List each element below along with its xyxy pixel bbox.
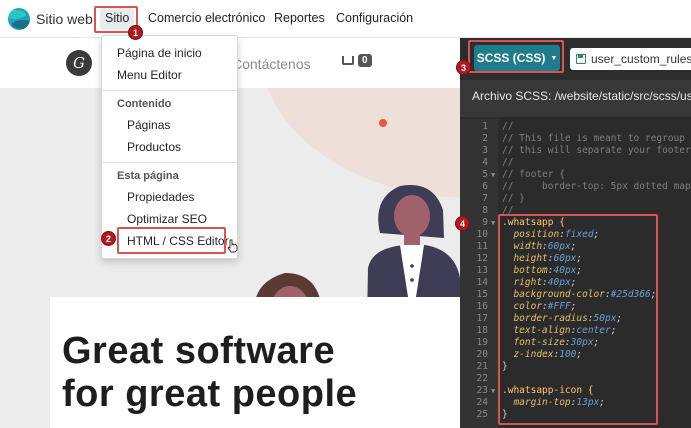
file-path: Archivo SCSS: /website/static/src/scss/u… [460,80,691,117]
menu-section-contenido: Contenido [117,98,172,110]
line-number: 20 [476,349,488,360]
hero-title: Great software for great people [62,330,357,416]
code-text: // this will separate your footer w [502,145,691,156]
hero-title-line-2: for great people [62,373,358,415]
app-logo-icon [8,8,30,30]
line-number: 19 [476,337,488,348]
code-text: // } [502,193,525,204]
file-save-icon [576,54,586,64]
line-number: 7 [482,193,488,204]
menu-item-optimizar-seo[interactable]: Optimizar SEO [127,212,207,226]
line-number: 25 [476,409,488,420]
line-number: 8 [482,205,488,216]
step-badge-2: 2 [101,231,116,246]
line-number: 17 [476,313,488,324]
cart-count-badge: 0 [358,54,372,67]
line-number: 3 [482,145,488,156]
code-text: // [502,157,514,168]
menu-item-menu-editor[interactable]: Menu Editor [117,68,182,82]
line-number: 10 [476,229,488,240]
line-number: 1 [482,121,488,132]
line-number: 4 [482,157,488,168]
menu-item-propiedades[interactable]: Propiedades [127,190,194,204]
menu-section-esta-pagina: Esta página [117,170,179,182]
line-number: 16 [476,301,488,312]
website-logo[interactable]: G [66,50,92,76]
line-number: 21 [476,361,488,372]
line-number: 5 [482,169,488,180]
line-number: 22 [476,373,488,384]
menu-configuracion[interactable]: Configuración [336,11,413,25]
line-number: 23 [476,385,488,396]
menu-item-paginas[interactable]: Páginas [127,118,170,132]
hero-title-line-1: Great software [62,330,336,372]
highlight-scss-mode [468,40,564,73]
step-badge-3: 3 [456,60,471,75]
menu-item-productos[interactable]: Productos [127,140,181,154]
step-badge-4: 4 [455,216,470,231]
line-number: 2 [482,133,488,144]
line-number: 18 [476,325,488,336]
fold-arrow-icon[interactable]: ▼ [491,170,495,180]
line-number: 12 [476,253,488,264]
line-number: 14 [476,277,488,288]
brand[interactable]: Sitio web [8,8,93,30]
code-text: // This file is meant to regroup yo [502,133,691,144]
cart-button[interactable]: 0 [342,54,372,67]
file-name: user_custom_rules [591,52,691,66]
menu-divider [102,162,237,163]
highlight-code-block [498,214,658,425]
line-number: 24 [476,397,488,408]
code-text: // [502,121,514,132]
menu-item-homepage[interactable]: Página de inicio [117,46,202,60]
step-badge-1: 1 [128,25,143,40]
hand-cursor-icon [227,239,238,253]
sitio-dropdown-menu: Página de inicio Menu Editor Contenido P… [101,35,238,259]
code-text: // border-top: 5px dotted map-g [502,181,691,192]
menu-reportes[interactable]: Reportes [274,11,325,25]
code-text: // footer { [502,169,565,180]
highlight-html-css-editor [117,227,226,254]
cart-icon [342,56,354,65]
fold-arrow-icon[interactable]: ▼ [491,386,495,396]
contact-link[interactable]: Contáctenos [232,56,311,72]
menu-comercio-electronico[interactable]: Comercio electrónico [148,11,265,25]
menu-divider [102,90,237,91]
brand-name: Sitio web [36,11,93,27]
fold-arrow-icon[interactable]: ▼ [491,218,495,228]
line-number: 11 [476,241,488,252]
file-selector[interactable]: user_custom_rules [570,48,691,70]
line-number: 13 [476,265,488,276]
line-number: 15 [476,289,488,300]
line-number: 6 [482,181,488,192]
